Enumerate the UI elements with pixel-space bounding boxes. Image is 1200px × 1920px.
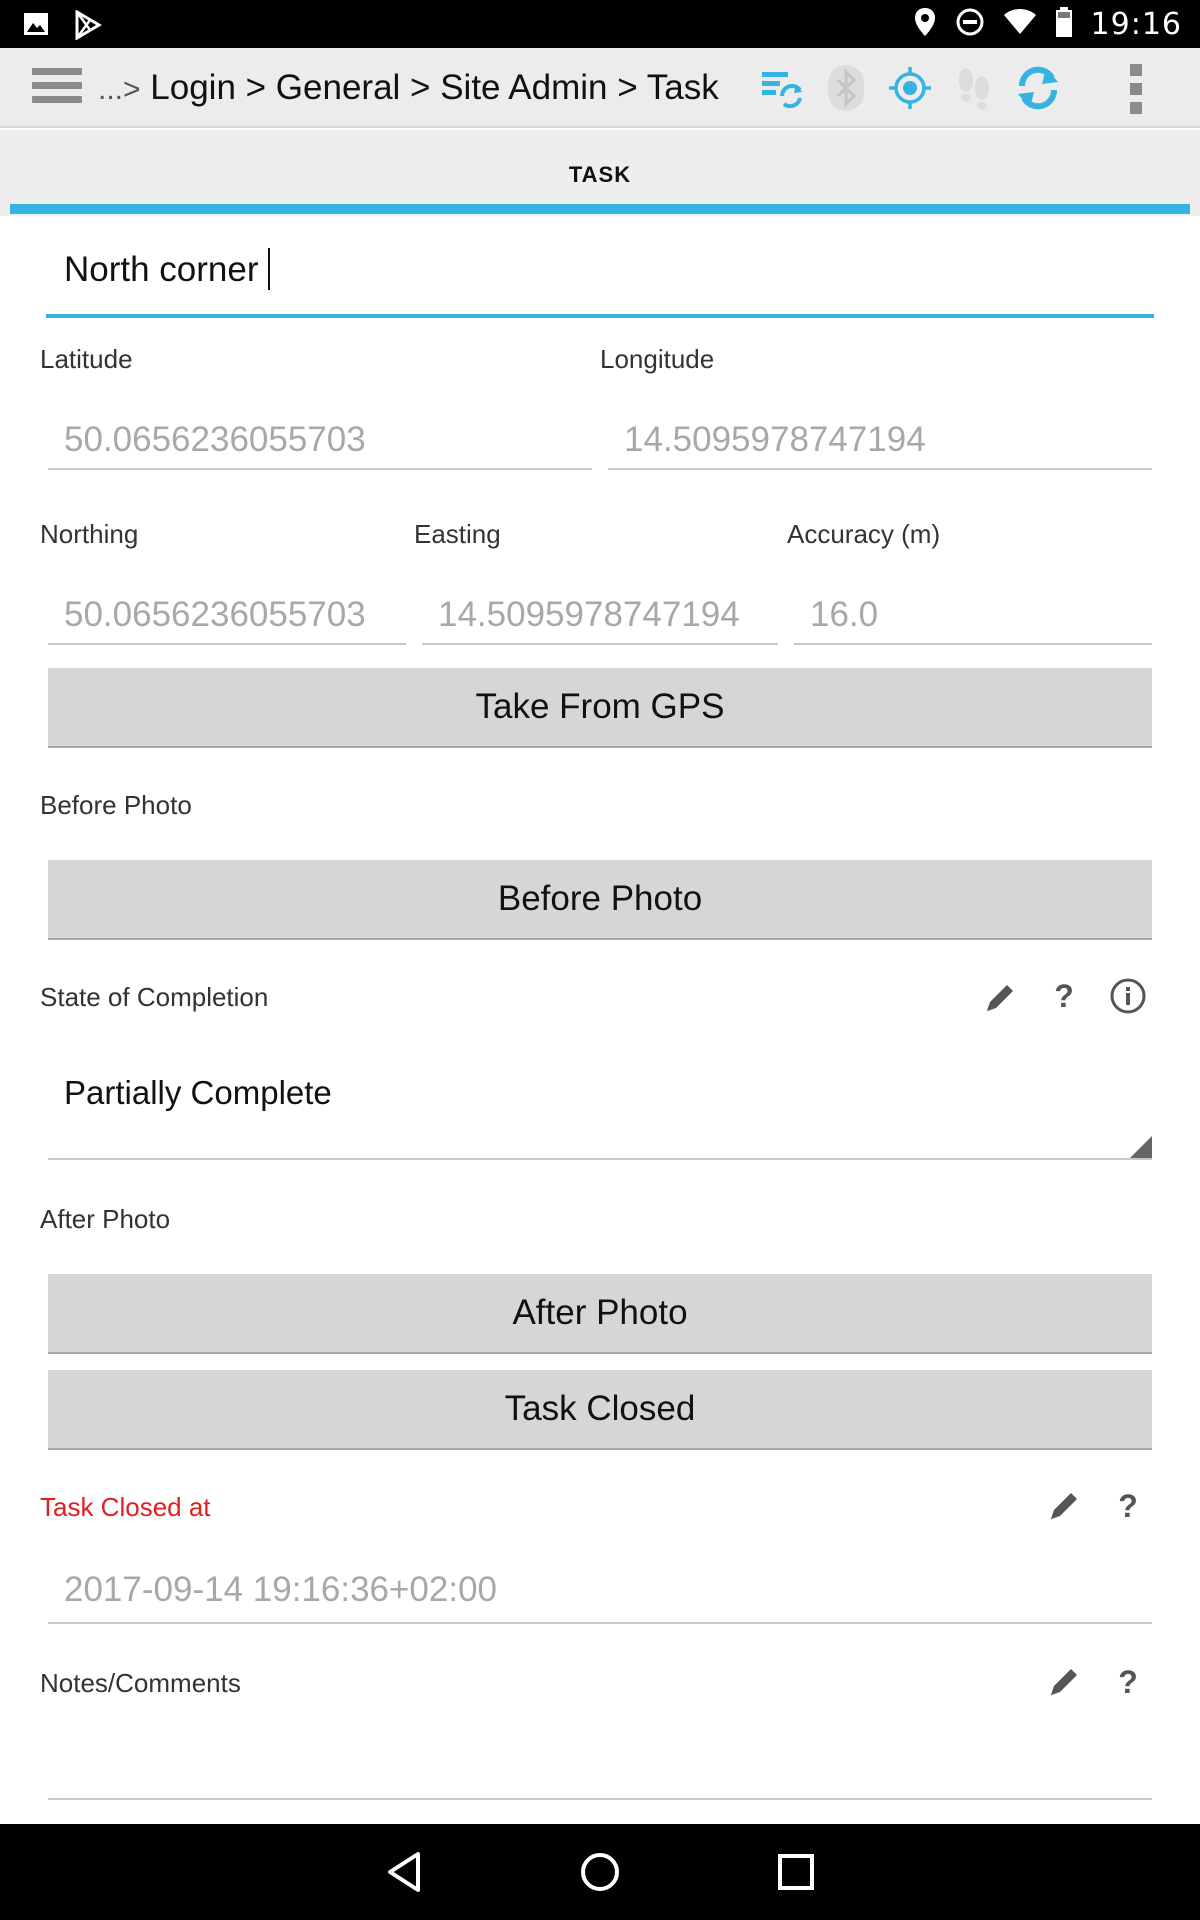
breadcrumb-path: Login > General > Site Admin > Task [150,68,719,107]
dropdown-corner-icon [1128,1136,1152,1160]
northing-underline [48,643,406,645]
longitude-underline [608,468,1152,470]
longitude-label: Longitude [600,344,715,374]
notes-field[interactable] [48,1736,1152,1802]
longitude-field[interactable]: 14.5095978747194 [608,412,1152,472]
do-not-disturb-icon [955,7,985,42]
name-value: North corner [64,250,259,289]
after-photo-label: After Photo [40,1204,171,1234]
take-from-gps-button[interactable]: Take From GPS [48,668,1152,748]
task-closed-button[interactable]: Task Closed [48,1370,1152,1450]
play-store-notification-icon [74,9,102,45]
tab-bar: TASK [0,130,1200,216]
edit-pencil-icon[interactable] [1044,1486,1084,1526]
app-toolbar: ...> Login > General > Site Admin > Task [0,48,1200,128]
task-closed-at-value: 2017-09-14 19:16:36+02:00 [64,1570,498,1609]
state-of-completion-select[interactable]: Partially Complete [48,1056,1152,1160]
hamburger-menu-icon[interactable] [32,68,82,108]
task-closed-at-underline [48,1622,1152,1624]
state-underline [48,1158,1152,1160]
location-status-icon [913,6,937,43]
back-icon[interactable] [382,1848,430,1896]
latitude-underline [48,468,592,470]
recents-icon[interactable] [772,1848,820,1896]
accuracy-label: Accuracy (m) [787,519,941,549]
help-icon[interactable]: ? [1108,1486,1148,1526]
image-notification-icon [22,10,50,45]
before-photo-label: Before Photo [40,790,192,820]
text-cursor [268,248,270,290]
battery-icon [1055,6,1073,43]
clock: 19:16 [1090,7,1182,42]
easting-label: Easting [414,519,501,549]
northing-value: 50.0656236055703 [64,595,366,634]
status-bar: 19:16 [0,0,1200,48]
accuracy-field[interactable]: 16.0 [794,587,1152,647]
state-of-completion-value: Partially Complete [64,1074,332,1111]
sync-list-icon[interactable] [758,62,806,114]
northing-field[interactable]: 50.0656236055703 [48,587,406,647]
wifi-icon [1003,8,1037,41]
name-field[interactable]: North corner [46,236,1154,318]
northing-label: Northing [40,519,139,549]
overflow-menu-icon[interactable] [1126,64,1146,114]
notes-underline [48,1798,1152,1800]
footsteps-icon[interactable] [950,62,998,114]
latitude-value: 50.0656236055703 [64,420,366,459]
name-underline [46,314,1154,318]
latitude-label: Latitude [40,344,133,374]
navigation-bar [0,1824,1200,1920]
help-icon[interactable]: ? [1108,1662,1148,1702]
edit-pencil-icon[interactable] [1044,1662,1084,1702]
before-photo-button[interactable]: Before Photo [48,860,1152,940]
tab-task[interactable]: TASK [0,162,1200,188]
easting-value: 14.5095978747194 [438,595,740,634]
edit-pencil-icon[interactable] [980,978,1020,1018]
info-icon[interactable] [1108,976,1148,1016]
accuracy-value: 16.0 [810,595,879,634]
easting-field[interactable]: 14.5095978747194 [422,587,778,647]
tab-indicator [10,204,1190,214]
easting-underline [422,643,778,645]
task-closed-at-label: Task Closed at [40,1492,211,1522]
home-icon[interactable] [576,1848,624,1896]
longitude-value: 14.5095978747194 [624,420,926,459]
breadcrumb-prefix: ...> [98,73,141,106]
help-icon[interactable]: ? [1044,976,1084,1016]
bluetooth-icon[interactable] [822,62,870,114]
breadcrumb[interactable]: ...> Login > General > Site Admin > Task [98,68,719,108]
state-of-completion-label: State of Completion [40,982,269,1012]
after-photo-button[interactable]: After Photo [48,1274,1152,1354]
refresh-icon[interactable] [1014,62,1062,114]
latitude-field[interactable]: 50.0656236055703 [48,412,592,472]
accuracy-underline [794,643,1152,645]
gps-location-icon[interactable] [886,62,934,114]
task-closed-at-field[interactable]: 2017-09-14 19:16:36+02:00 [48,1560,1152,1624]
notes-label: Notes/Comments [40,1668,241,1698]
